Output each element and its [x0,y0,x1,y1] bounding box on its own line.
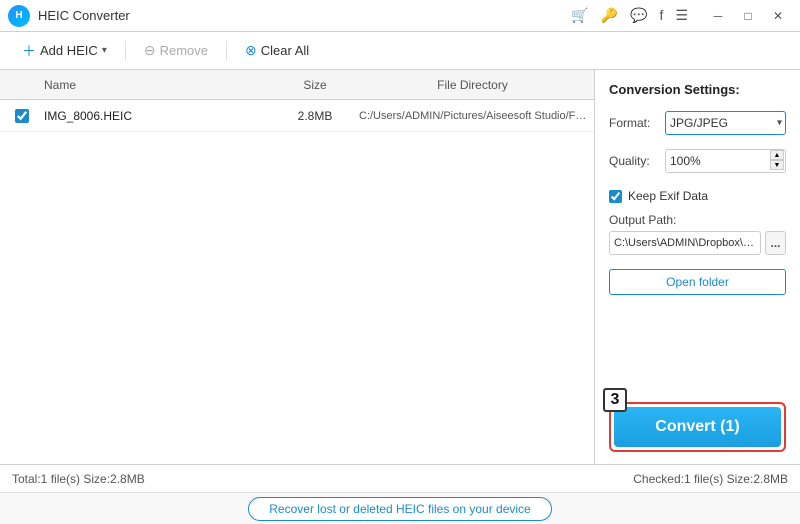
output-path-row: ... [609,231,786,255]
col-size: Size [275,78,355,92]
row-name: IMG_8006.HEIC [40,109,275,123]
minus-icon: ⊖ [144,42,156,59]
main-area: Name Size File Directory IMG_8006.HEIC 2… [0,70,800,464]
format-setting-row: Format: JPG/JPEG PNG BMP TIFF ▾ [609,111,786,135]
toolbar-divider-2 [226,41,227,61]
table-header: Name Size File Directory [0,70,594,100]
maximize-button[interactable]: □ [734,5,762,27]
recover-bar: Recover lost or deleted HEIC files on yo… [0,492,800,524]
quality-setting-row: Quality: ▲ ▼ [609,149,786,173]
clear-icon: ⊗ [245,42,257,59]
key-icon[interactable]: 🔑 [601,7,618,24]
minimize-button[interactable]: ─ [704,5,732,27]
clear-all-button[interactable]: ⊗ Clear All [235,38,319,63]
convert-button[interactable]: Convert (1) [614,407,781,447]
remove-label: Remove [160,43,208,58]
chat-icon[interactable]: 💬 [630,7,647,24]
row-directory: C:/Users/ADMIN/Pictures/Aiseesoft Studio… [355,110,590,122]
plus-icon: ＋ [22,41,36,61]
keep-exif-row: Keep Exif Data [609,189,786,203]
format-select[interactable]: JPG/JPEG PNG BMP TIFF [665,111,786,135]
status-bar: Total:1 file(s) Size:2.8MB Checked:1 fil… [0,464,800,492]
quality-label: Quality: [609,154,657,168]
window-controls: ─ □ ✕ [704,5,792,27]
output-path-section: Output Path: ... [609,213,786,255]
row-size: 2.8MB [275,109,355,123]
quality-spin-down[interactable]: ▼ [770,160,784,170]
dropdown-arrow-icon: ▾ [102,45,107,56]
step-badge: 3 [603,388,627,412]
close-button[interactable]: ✕ [764,5,792,27]
output-path-input[interactable] [609,231,761,255]
format-label: Format: [609,116,657,130]
quality-spin-up[interactable]: ▲ [770,150,784,160]
row-checkbox-cell[interactable] [4,109,40,123]
browse-button[interactable]: ... [765,231,786,255]
status-left: Total:1 file(s) Size:2.8MB [12,472,633,486]
convert-btn-wrapper: Convert (1) [609,402,786,452]
add-heic-label: Add HEIC [40,43,98,58]
cart-icon[interactable]: 🛒 [571,7,588,24]
title-bar: H HEIC Converter 🛒 🔑 💬 f ☰ ─ □ ✕ [0,0,800,32]
status-right: Checked:1 file(s) Size:2.8MB [633,472,788,486]
keep-exif-checkbox[interactable] [609,190,622,203]
file-panel: Name Size File Directory IMG_8006.HEIC 2… [0,70,595,464]
conversion-settings-title: Conversion Settings: [609,82,786,97]
file-list-body: IMG_8006.HEIC 2.8MB C:/Users/ADMIN/Pictu… [0,100,594,464]
format-select-wrapper: JPG/JPEG PNG BMP TIFF ▾ [665,111,786,135]
row-checkbox[interactable] [15,109,29,123]
toolbar: ＋ Add HEIC ▾ ⊖ Remove ⊗ Clear All [0,32,800,70]
quality-input-wrapper: ▲ ▼ [665,149,786,173]
toolbar-divider [125,41,126,61]
facebook-icon[interactable]: f [660,7,664,24]
quality-input[interactable] [665,149,786,173]
output-path-label: Output Path: [609,213,786,227]
clear-all-label: Clear All [261,43,309,58]
app-logo: H [8,5,30,27]
col-name: Name [40,78,275,92]
app-title: HEIC Converter [38,8,571,23]
col-directory: File Directory [355,78,590,92]
quality-spinner: ▲ ▼ [770,150,784,170]
keep-exif-label: Keep Exif Data [628,189,708,203]
menu-icon[interactable]: ☰ [675,7,688,24]
convert-area: 3 Convert (1) [609,402,786,452]
table-row[interactable]: IMG_8006.HEIC 2.8MB C:/Users/ADMIN/Pictu… [0,100,594,132]
right-panel: Conversion Settings: Format: JPG/JPEG PN… [595,70,800,464]
recover-button[interactable]: Recover lost or deleted HEIC files on yo… [248,497,551,521]
title-bar-icons: 🛒 🔑 💬 f ☰ [571,7,688,24]
open-folder-button[interactable]: Open folder [609,269,786,295]
add-heic-button[interactable]: ＋ Add HEIC ▾ [12,37,117,65]
remove-button[interactable]: ⊖ Remove [134,38,218,63]
